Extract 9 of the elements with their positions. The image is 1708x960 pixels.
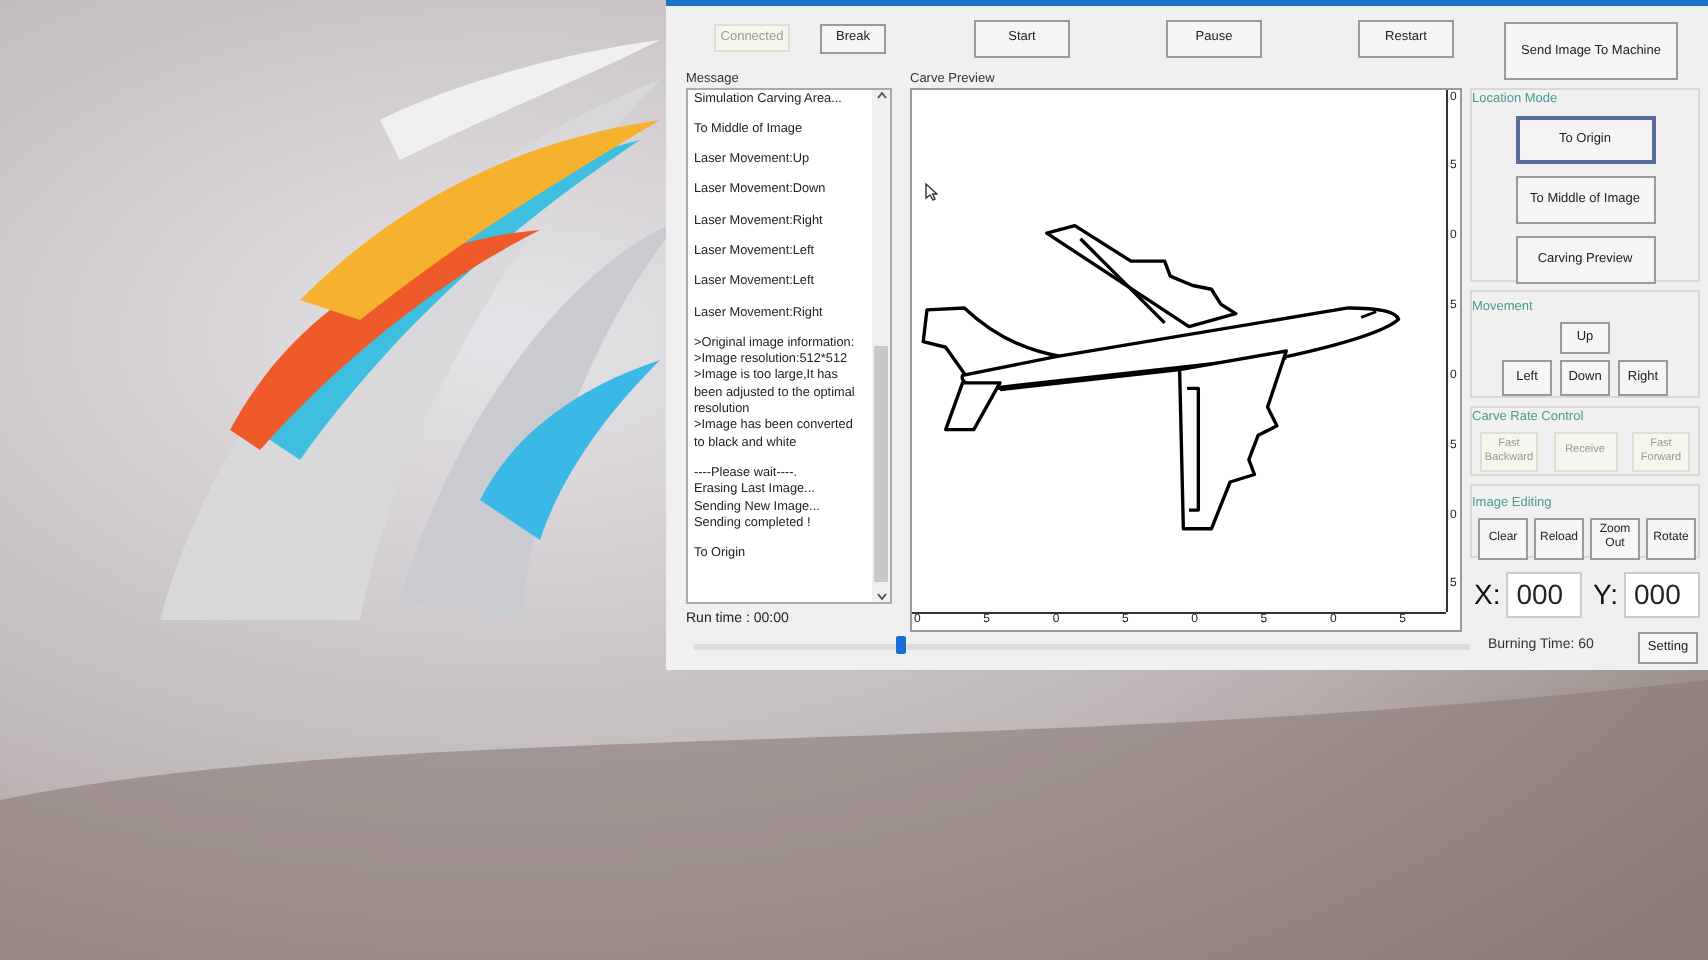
scroll-up-icon[interactable]: [875, 89, 887, 99]
scroll-down-icon[interactable]: [875, 591, 887, 601]
scrollbar[interactable]: [872, 89, 890, 601]
slider-thumb[interactable]: [895, 636, 906, 654]
coordinate-label: X:: [1474, 576, 1501, 614]
coordinate-field[interactable]: 000: [1624, 572, 1700, 618]
coordinate-field[interactable]: 000: [1506, 572, 1583, 618]
coordinate-label: Y:: [1593, 576, 1618, 614]
cursor-icon: [924, 181, 938, 201]
